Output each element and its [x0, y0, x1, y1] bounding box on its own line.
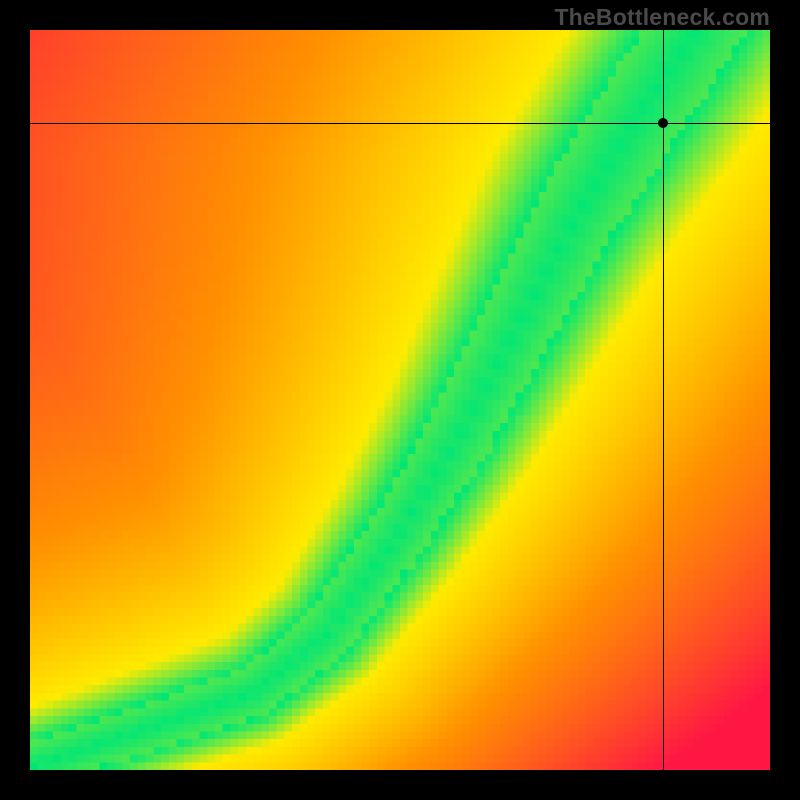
heatmap-canvas [30, 30, 770, 770]
heatmap-plot [30, 30, 770, 770]
data-point-marker [658, 118, 668, 128]
watermark-text: TheBottleneck.com [554, 4, 770, 31]
chart-container: TheBottleneck.com [0, 0, 800, 800]
crosshair-vertical [663, 30, 664, 770]
